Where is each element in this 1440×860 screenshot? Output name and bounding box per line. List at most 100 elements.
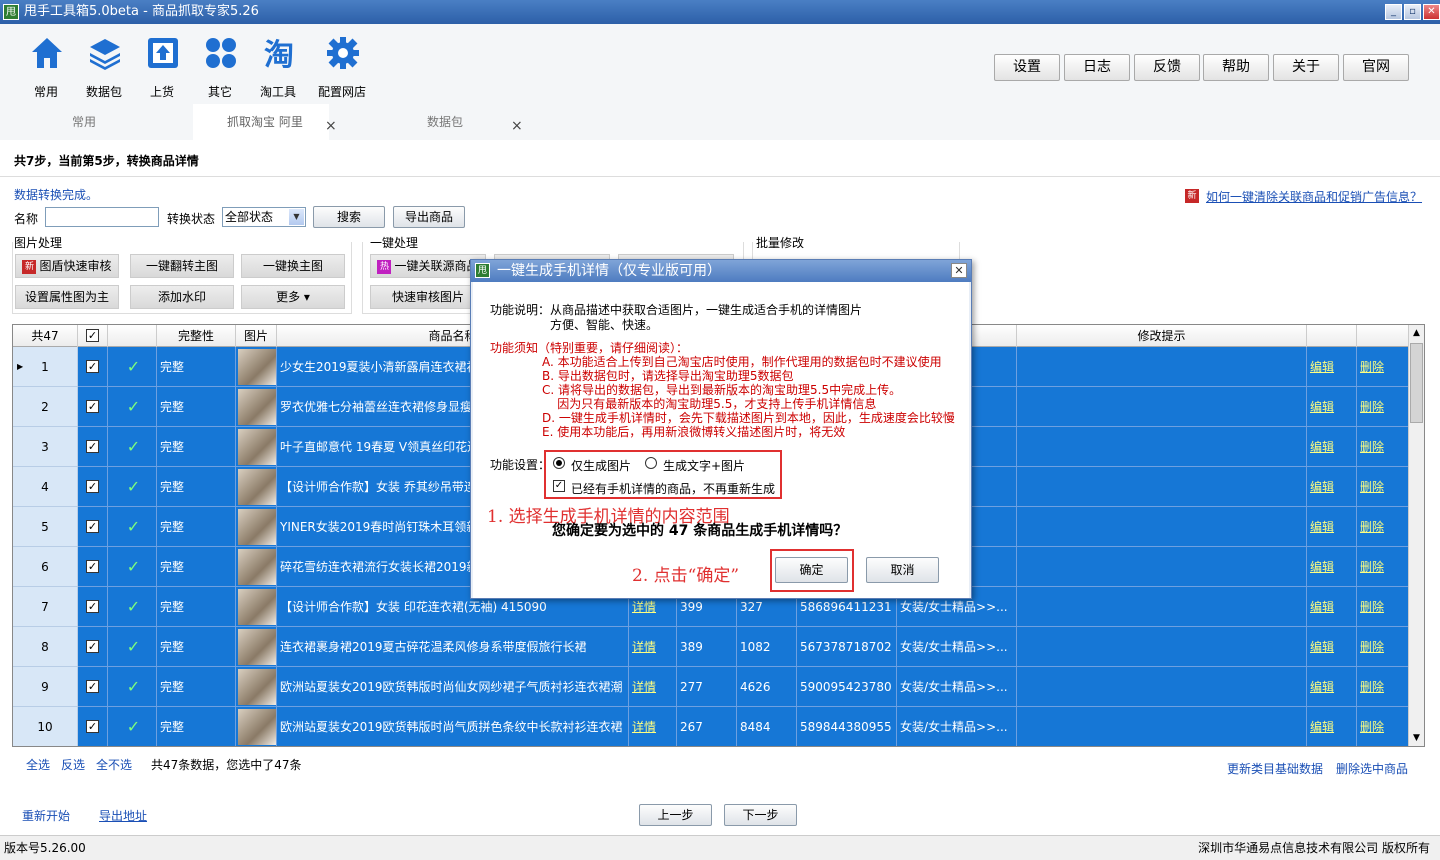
checkbox-icon[interactable]: ✓ [86,680,99,693]
checkbox-icon[interactable]: ✓ [86,360,99,373]
help-button[interactable]: 帮助 [1203,54,1269,81]
row-checkbox-cell[interactable]: ✓ [78,347,108,387]
product-thumbnail[interactable] [238,389,276,425]
add-watermark-button[interactable]: 添加水印 [130,285,234,309]
delete-link[interactable]: 删除 [1360,720,1384,734]
link-source-product-button[interactable]: 热一键关联源商品 [370,254,486,278]
delete-selected-link[interactable]: 删除选中商品 [1336,760,1408,777]
row-checkbox-cell[interactable]: ✓ [78,387,108,427]
edit-link[interactable]: 编辑 [1310,560,1334,574]
tab-grab-taobao[interactable]: 抓取淘宝 阿里 × [193,104,337,140]
header-select-all[interactable]: ✓ [78,325,108,347]
checkbox-icon[interactable]: ✓ [86,600,99,613]
maximize-button[interactable]: ▫ [1404,4,1421,20]
row-checkbox-cell[interactable]: ✓ [78,587,108,627]
product-thumbnail[interactable] [238,549,276,585]
edit-cell[interactable]: 编辑 [1307,427,1357,467]
delete-link[interactable]: 删除 [1360,520,1384,534]
feedback-button[interactable]: 反馈 [1134,54,1200,81]
set-attr-image-main-button[interactable]: 设置属性图为主 [15,285,119,309]
row-checkbox-cell[interactable]: ✓ [78,467,108,507]
tab-common[interactable]: 常用 [38,104,174,140]
cancel-button[interactable]: 取消 [866,557,939,583]
delete-link[interactable]: 删除 [1360,440,1384,454]
row-checkbox-cell[interactable]: ✓ [78,427,108,467]
replace-main-image-button[interactable]: 一键换主图 [241,254,345,278]
toolbar-upload[interactable]: 上货 [134,36,190,99]
table-row[interactable]: 8 ✓ ✓ 完整 连衣裙裹身裙2019夏古碎花温柔风修身系带度假旅行长裙 详情 389 108… [13,627,1409,667]
product-thumbnail[interactable] [238,669,276,705]
delete-cell[interactable]: 删除 [1357,467,1409,507]
scroll-up-icon[interactable]: ▲ [1409,325,1424,341]
delete-link[interactable]: 删除 [1360,400,1384,414]
checkbox-icon[interactable]: ✓ [86,480,99,493]
edit-cell[interactable]: 编辑 [1307,467,1357,507]
delete-cell[interactable]: 删除 [1357,427,1409,467]
edit-link[interactable]: 编辑 [1310,480,1334,494]
edit-link[interactable]: 编辑 [1310,720,1334,734]
vertical-scrollbar[interactable]: ▲ ▼ [1408,325,1424,746]
select-all-link[interactable]: 全选 [26,756,50,773]
select-none-link[interactable]: 全不选 [96,756,132,773]
delete-link[interactable]: 删除 [1360,600,1384,614]
toolbar-config-shop[interactable]: 配置网店 [314,36,370,99]
dialog-close-icon[interactable]: ✕ [951,263,967,278]
edit-cell[interactable]: 编辑 [1307,547,1357,587]
row-checkbox-cell[interactable]: ✓ [78,627,108,667]
prev-step-button[interactable]: 上一步 [639,804,712,826]
tab-close-icon[interactable]: × [325,112,337,140]
next-step-button[interactable]: 下一步 [724,804,797,826]
radio-text-images[interactable] [645,457,657,469]
confirm-button[interactable]: 确定 [775,557,848,583]
row-checkbox-cell[interactable]: ✓ [78,507,108,547]
delete-cell[interactable]: 删除 [1357,547,1409,587]
name-input[interactable] [45,207,159,227]
edit-cell[interactable]: 编辑 [1307,387,1357,427]
detail-link[interactable]: 详情 [632,640,656,654]
edit-link[interactable]: 编辑 [1310,400,1334,414]
delete-link[interactable]: 删除 [1360,360,1384,374]
delete-cell[interactable]: 删除 [1357,387,1409,427]
edit-link[interactable]: 编辑 [1310,520,1334,534]
search-button[interactable]: 搜索 [313,206,385,228]
edit-link[interactable]: 编辑 [1310,640,1334,654]
edit-link[interactable]: 编辑 [1310,600,1334,614]
row-checkbox-cell[interactable]: ✓ [78,547,108,587]
checkbox-icon[interactable]: ✓ [86,640,99,653]
checkbox-icon[interactable]: ✓ [86,720,99,733]
delete-link[interactable]: 删除 [1360,640,1384,654]
detail-link[interactable]: 详情 [632,600,656,614]
export-address-link[interactable]: 导出地址 [99,807,147,824]
more-button[interactable]: 更多 ▾ [241,285,345,309]
detail-cell[interactable]: 详情 [629,707,677,746]
detail-cell[interactable]: 详情 [629,627,677,667]
skip-existing-checkbox[interactable]: ✓ [553,480,565,492]
product-thumbnail[interactable] [238,429,276,465]
delete-cell[interactable]: 删除 [1357,627,1409,667]
toolbar-home[interactable]: 常用 [18,36,74,99]
toolbar-taotools[interactable]: 淘 淘工具 [250,36,306,99]
edit-cell[interactable]: 编辑 [1307,707,1357,746]
product-thumbnail[interactable] [238,469,276,505]
edit-cell[interactable]: 编辑 [1307,347,1357,387]
restart-link[interactable]: 重新开始 [22,807,70,824]
product-thumbnail[interactable] [238,709,276,745]
edit-link[interactable]: 编辑 [1310,440,1334,454]
product-thumbnail[interactable] [238,509,276,545]
detail-link[interactable]: 详情 [632,680,656,694]
row-checkbox-cell[interactable]: ✓ [78,667,108,707]
invert-select-link[interactable]: 反选 [61,756,85,773]
toolbar-other[interactable]: 其它 [192,36,248,99]
minimize-button[interactable]: _ [1385,4,1402,20]
delete-link[interactable]: 删除 [1360,480,1384,494]
delete-cell[interactable]: 删除 [1357,347,1409,387]
product-thumbnail[interactable] [238,589,276,625]
quick-review-images-button[interactable]: 快速审核图片 [370,285,486,309]
checkbox-icon[interactable]: ✓ [86,440,99,453]
detail-link[interactable]: 详情 [632,720,656,734]
checkbox-icon[interactable]: ✓ [86,520,99,533]
help-link[interactable]: 如何一键清除关联商品和促销广告信息？ [1206,188,1422,205]
website-button[interactable]: 官网 [1343,54,1409,81]
log-button[interactable]: 日志 [1064,54,1130,81]
toolbar-datapack[interactable]: 数据包 [76,36,132,99]
